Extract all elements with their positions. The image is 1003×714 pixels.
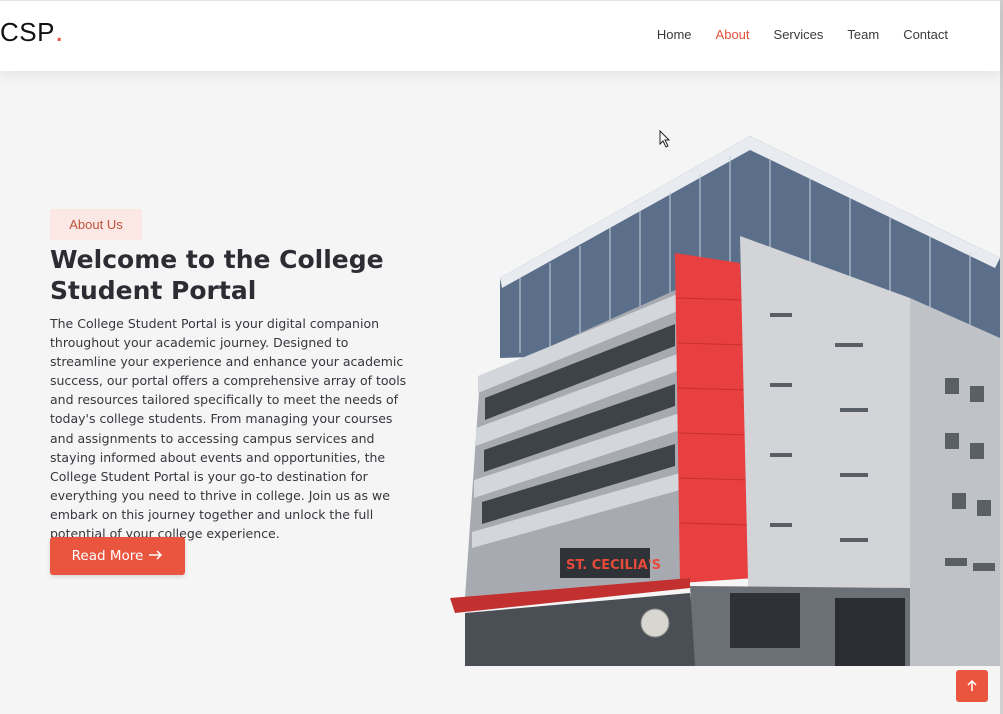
arrow-up-icon (967, 677, 977, 696)
nav-contact[interactable]: Contact (903, 27, 948, 42)
mouse-cursor-icon (659, 129, 671, 152)
logo-text: CSP (0, 17, 55, 47)
nav-about[interactable]: About (716, 27, 750, 42)
about-badge: About Us (50, 209, 142, 240)
read-more-label: Read More (71, 548, 144, 564)
arrow-right-icon (149, 548, 163, 564)
main-nav: Home About Services Team Contact (657, 27, 948, 42)
site-header: CSP. Home About Services Team Contact (0, 0, 1000, 71)
read-more-button[interactable]: Read More (50, 537, 185, 575)
college-building-image: ST. CECILIA'S (440, 128, 1000, 666)
hero-title: Welcome to the College Student Portal (50, 245, 384, 305)
building-sign: ST. CECILIA'S (566, 558, 661, 573)
nav-home[interactable]: Home (657, 27, 692, 42)
scroll-to-top-button[interactable] (956, 670, 988, 702)
hero-description: The College Student Portal is your digit… (50, 316, 407, 542)
logo-dot: . (54, 15, 64, 48)
nav-services[interactable]: Services (774, 27, 824, 42)
logo[interactable]: CSP. (0, 15, 64, 49)
nav-team[interactable]: Team (847, 27, 879, 42)
